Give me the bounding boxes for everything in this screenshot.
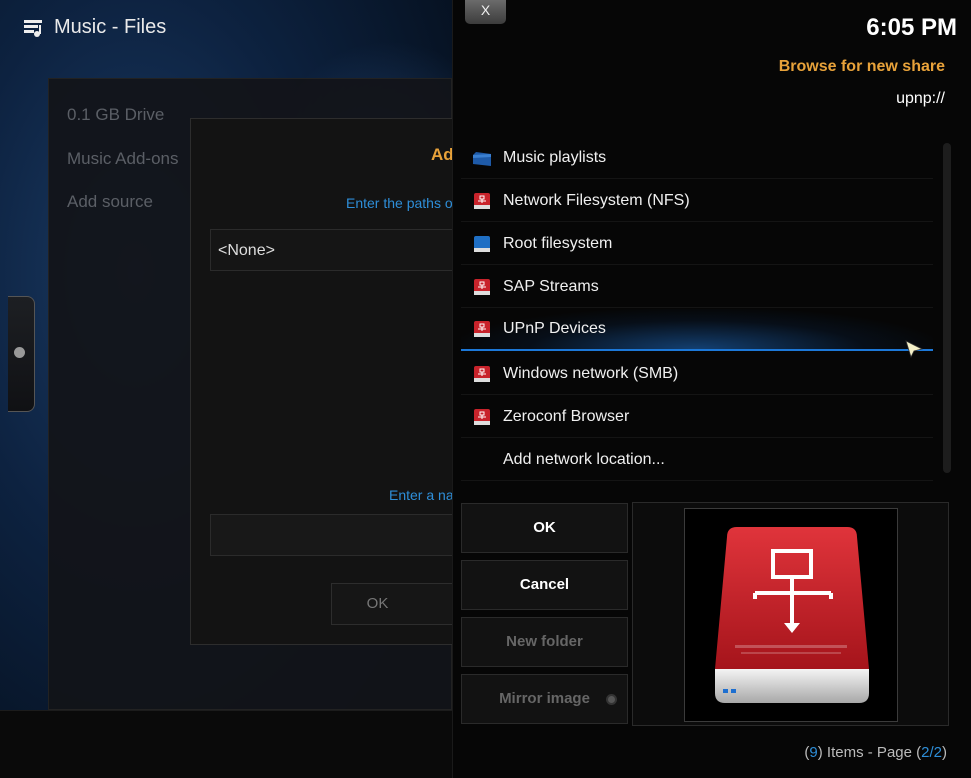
music-files-background: Music - Files 0.1 GB Drive Music Add-ons… (0, 0, 452, 778)
preview-image (684, 508, 898, 722)
page-title: Music - Files (54, 16, 167, 38)
side-menu-dot-icon (14, 347, 25, 358)
source-item-add-source[interactable]: Add source (67, 192, 153, 212)
add-source-ok-button[interactable]: OK (331, 583, 452, 625)
network-drive-icon (474, 365, 490, 382)
list-item-label: Root filesystem (503, 234, 613, 252)
browse-title: Browse for new share (778, 58, 945, 75)
list-item-smb[interactable]: Windows network (SMB) (461, 353, 933, 395)
side-menu-handle[interactable] (8, 296, 35, 412)
list-item-music-playlists[interactable]: Music playlists (461, 137, 933, 179)
mirror-image-button[interactable]: Mirror image (461, 674, 628, 724)
network-drive-icon (474, 192, 490, 209)
preview-panel (632, 502, 949, 726)
list-item-upnp-devices[interactable]: UPnP Devices (461, 309, 933, 351)
mouse-pointer-icon (905, 340, 923, 358)
items-text: Items - Page ( (822, 744, 922, 761)
bottom-bar (0, 710, 452, 778)
share-list: Music playlists Network Filesystem (NFS)… (461, 137, 945, 487)
list-item-label: Add network location... (503, 450, 665, 468)
paths-hint: Enter the paths or (346, 195, 452, 211)
name-hint: Enter a nam (389, 487, 452, 503)
list-item-add-network-location[interactable]: Add network location... (461, 439, 933, 481)
list-item-sap-streams[interactable]: SAP Streams (461, 266, 933, 308)
add-source-title: Ad (431, 145, 452, 164)
source-name-field[interactable] (210, 514, 452, 556)
clock: 6:05 PM (866, 14, 957, 41)
network-drive-icon (474, 278, 490, 295)
network-drive-icon (474, 321, 490, 337)
window-header: Music - Files (22, 16, 166, 39)
mirror-toggle-icon (606, 694, 617, 705)
folder-icon (473, 151, 491, 166)
list-item-label: SAP Streams (503, 277, 599, 295)
cancel-button[interactable]: Cancel (461, 560, 628, 610)
list-item-label: Zeroconf Browser (503, 407, 630, 425)
list-item-zeroconf[interactable]: Zeroconf Browser (461, 396, 933, 438)
hard-drive-icon (474, 235, 490, 252)
network-drive-icon (474, 408, 490, 425)
list-item-label: UPnP Devices (503, 320, 606, 337)
list-item-nfs[interactable]: Network Filesystem (NFS) (461, 180, 933, 222)
source-item-music-addons[interactable]: Music Add-ons (67, 149, 179, 169)
browse-dialog: X 6:05 PM Browse for new share upnp:// M… (452, 0, 971, 778)
mirror-image-label: Mirror image (499, 690, 590, 707)
network-drive-large-icon (715, 527, 869, 703)
list-item-label: Windows network (SMB) (503, 364, 679, 382)
items-page-status: ) (9) Items - Page (2/2) (804, 744, 947, 761)
ok-button[interactable]: OK (461, 503, 628, 553)
path-entry-field[interactable]: <None> (210, 229, 452, 271)
browse-path: upnp:// (896, 90, 945, 107)
close-button[interactable]: X (465, 0, 506, 24)
music-files-icon (24, 19, 42, 37)
new-folder-button[interactable]: New folder (461, 617, 628, 667)
list-item-label: Music playlists (503, 148, 607, 166)
list-scrollbar[interactable] (943, 143, 951, 473)
page-number: 2/2 (921, 744, 942, 761)
source-item-drive[interactable]: 0.1 GB Drive (67, 105, 164, 125)
list-item-root-filesystem[interactable]: Root filesystem (461, 223, 933, 265)
add-source-dialog: Ad Enter the paths or <None> Enter a nam… (190, 118, 452, 645)
item-count: 9 (809, 744, 818, 761)
list-item-label: Network Filesystem (NFS) (503, 191, 690, 209)
